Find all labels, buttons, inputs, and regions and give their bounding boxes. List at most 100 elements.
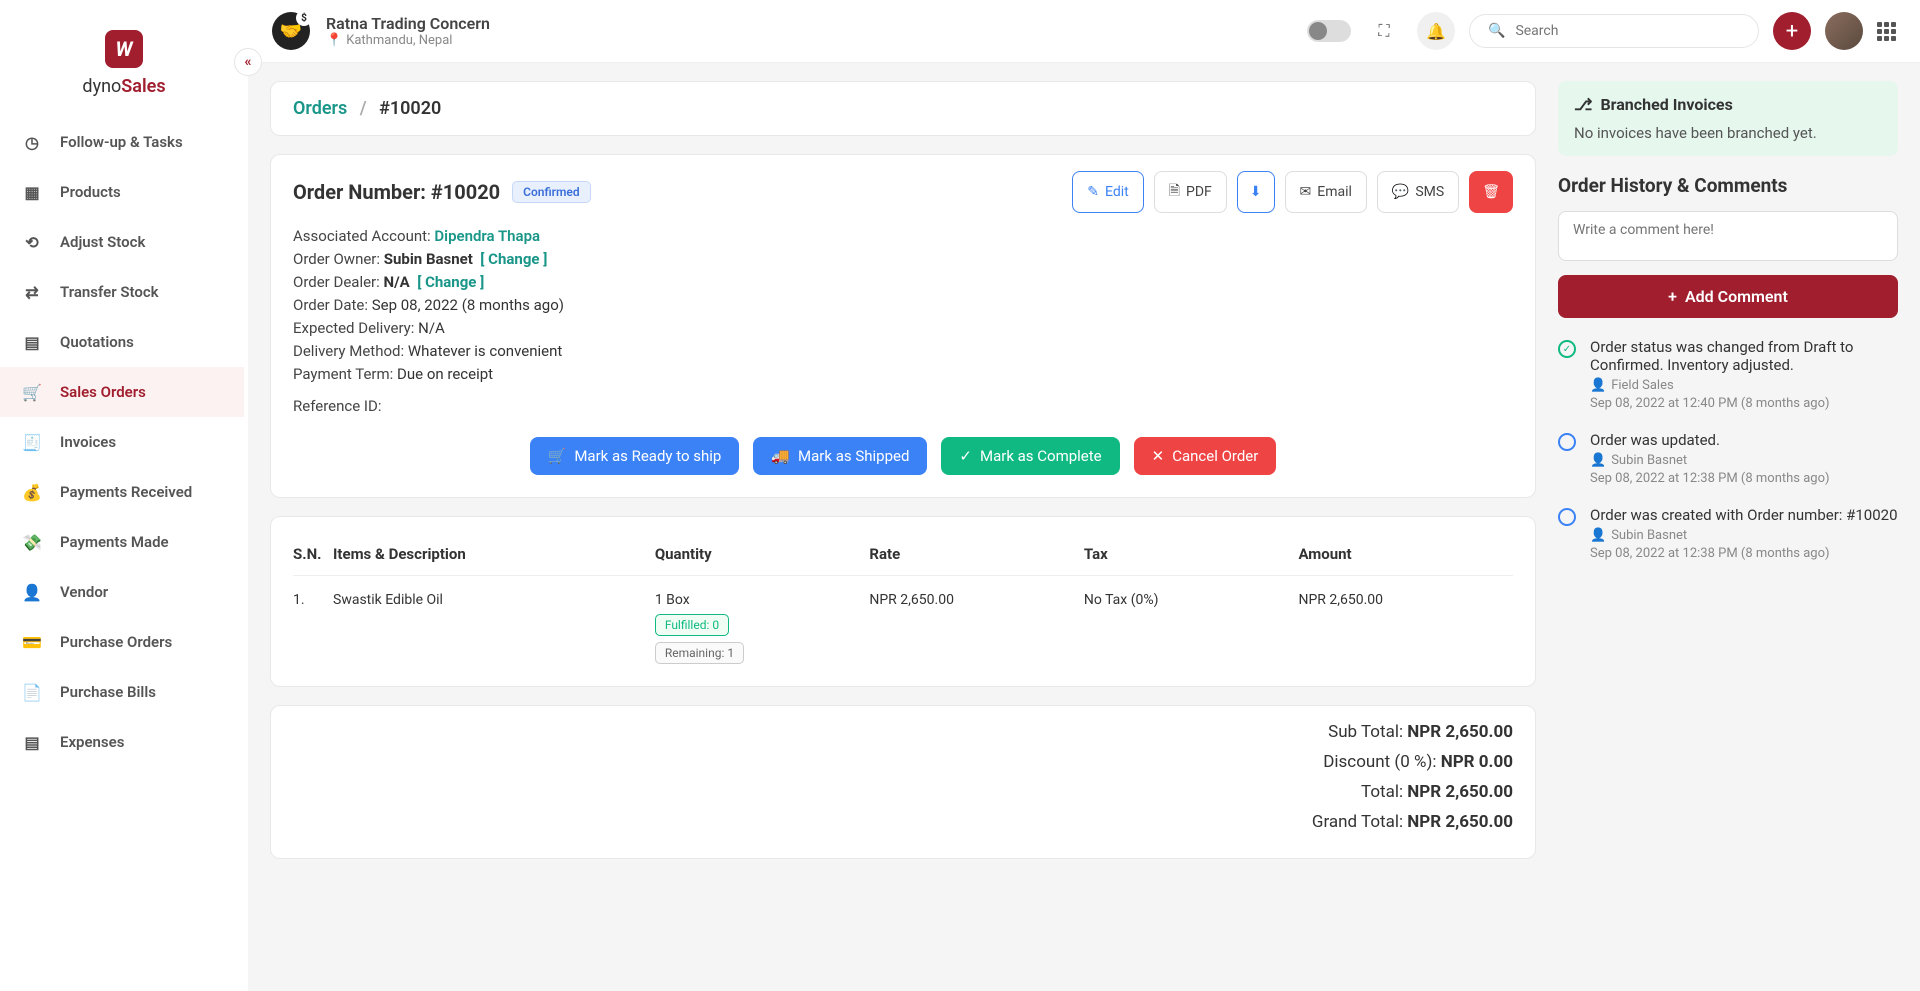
pdf-button[interactable]: 🗎PDF (1154, 171, 1227, 213)
delete-button[interactable]: 🗑 (1469, 171, 1513, 213)
company-avatar[interactable]: 🤝 (272, 12, 310, 50)
sms-button[interactable]: 💬SMS (1377, 171, 1459, 213)
change-dealer-link[interactable]: [ Change ] (417, 273, 484, 291)
nav-payments-received[interactable]: 💰 Payments Received (0, 467, 244, 517)
nav-quotations[interactable]: ▤Quotations (0, 317, 244, 367)
nav-transfer-stock[interactable]: ⇄Transfer Stock (0, 267, 244, 317)
col-qty: Quantity (655, 545, 870, 563)
date-value: Sep 08, 2022 (8 months ago) (372, 296, 564, 314)
nav-adjust-stock[interactable]: ⟲Adjust Stock (0, 217, 244, 267)
nav-followup[interactable]: ◷Follow-up & Tasks (0, 117, 244, 167)
user-icon: 👤 (1590, 378, 1606, 393)
history-date: Sep 08, 2022 at 12:38 PM (8 months ago) (1590, 471, 1830, 486)
download-icon: ⬇ (1250, 184, 1262, 200)
user-avatar[interactable] (1825, 12, 1863, 50)
item-name: Swastik Edible Oil (333, 592, 655, 608)
pdf-label: PDF (1186, 184, 1212, 200)
add-button[interactable]: + (1773, 12, 1811, 50)
history-title: Order History & Comments (1558, 174, 1898, 197)
add-comment-label: Add Comment (1685, 287, 1788, 306)
hand-coin-icon: 💰 (22, 482, 42, 502)
person-icon: 👤 (22, 582, 42, 602)
transfer-icon: ⇄ (22, 282, 42, 302)
nav-vendor[interactable]: 👤Vendor (0, 567, 244, 617)
order-number: #10020 (431, 180, 500, 204)
search-icon: 🔍 (1488, 23, 1505, 39)
item-rate: NPR 2,650.00 (869, 592, 1084, 608)
search-input[interactable] (1515, 23, 1740, 39)
location-pin-icon: 📍 (326, 33, 342, 48)
history-date: Sep 08, 2022 at 12:40 PM (8 months ago) (1590, 396, 1898, 411)
history-item: Order was created with Order number: #10… (1558, 506, 1898, 561)
method-label: Delivery Method: (293, 342, 404, 360)
delivery-label: Expected Delivery: (293, 319, 414, 337)
edit-icon: ✎ (1087, 184, 1099, 200)
item-sn: 1. (293, 592, 333, 608)
col-tax: Tax (1084, 545, 1299, 563)
order-details-card: Order Number: #10020 Confirmed ✎Edit 🗎PD… (270, 154, 1536, 498)
cart-icon: 🛒 (22, 382, 42, 402)
email-button[interactable]: ✉Email (1285, 171, 1367, 213)
payment-icon: 💸 (22, 532, 42, 552)
notifications-button[interactable]: 🔔 (1417, 12, 1455, 50)
history-text: Order was created with Order number: #10… (1590, 506, 1898, 524)
edit-label: Edit (1105, 184, 1129, 200)
user-icon: 👤 (1590, 528, 1606, 543)
mark-complete-button[interactable]: ✓ Mark as Complete (941, 437, 1119, 475)
owner-value: Subin Basnet (384, 250, 473, 268)
mark-ready-button[interactable]: 🛒Mark as Ready to ship (530, 437, 740, 475)
email-label: Email (1317, 184, 1352, 200)
nav: ◷Follow-up & Tasks ▦Products ⟲Adjust Sto… (0, 117, 248, 991)
history-user: Subin Basnet (1611, 453, 1687, 468)
nav-payments-made[interactable]: 💸Payments Made (0, 517, 244, 567)
sms-label: SMS (1415, 184, 1444, 200)
fullscreen-button[interactable]: ⛶ (1365, 12, 1403, 50)
breadcrumb-card: Orders / #10020 (270, 81, 1536, 136)
branched-invoices-panel: ⎇Branched Invoices No invoices have been… (1558, 81, 1898, 156)
nav-purchbills-label: Purchase Bills (60, 683, 156, 701)
edit-button[interactable]: ✎ Edit (1072, 171, 1143, 213)
mark-shipped-button[interactable]: 🚚Mark as Shipped (753, 437, 927, 475)
card-icon: 💳 (22, 632, 42, 652)
search-bar[interactable]: 🔍 (1469, 14, 1759, 48)
plus-icon: + (1668, 287, 1677, 306)
nav-purchase-orders[interactable]: 💳 Purchase Orders (0, 617, 244, 667)
check-icon: ✓ (959, 447, 972, 465)
change-owner-link[interactable]: [ Change ] (480, 250, 547, 268)
company-name: Ratna Trading Concern (326, 14, 490, 33)
branch-icon: ⎇ (1574, 95, 1592, 114)
nav-products[interactable]: ▦Products (0, 167, 244, 217)
dark-mode-toggle[interactable] (1307, 20, 1351, 42)
nav-purchorders-label: Purchase Orders (60, 633, 172, 651)
nav-expenses[interactable]: ▤Expenses (0, 717, 244, 767)
order-number-label: Order Number: (293, 180, 426, 204)
discount-label: Discount (0 %): (1323, 752, 1441, 772)
sliders-icon: ⟲ (22, 232, 42, 252)
col-rate: Rate (869, 545, 1084, 563)
nav-expenses-label: Expenses (60, 733, 124, 751)
download-button[interactable]: ⬇ (1237, 171, 1275, 213)
remaining-pill: Remaining: 1 (655, 642, 744, 664)
comment-input[interactable] (1558, 211, 1898, 261)
nav-sales-orders[interactable]: 🛒 Sales Orders (0, 367, 248, 417)
nav-sales-label: Sales Orders (60, 383, 146, 401)
nav-payrecv-label: Payments Received (60, 483, 192, 501)
mark-complete-label: Mark as Complete (980, 447, 1102, 465)
cancel-order-button[interactable]: ✕Cancel Order (1134, 437, 1277, 475)
delivery-value: N/A (418, 319, 445, 337)
nav-invoices[interactable]: 🧾Invoices (0, 417, 244, 467)
box-icon: ▦ (22, 182, 42, 202)
apps-grid-button[interactable] (1877, 22, 1896, 41)
add-comment-button[interactable]: + Add Comment (1558, 275, 1898, 318)
sidebar-collapse-button[interactable]: « (234, 48, 262, 76)
ref-label: Reference ID: (293, 397, 381, 415)
dealer-value: N/A (384, 273, 410, 291)
breadcrumb-orders-link[interactable]: Orders (293, 98, 347, 119)
item-row: 1. Swastik Edible Oil 1 Box Fulfilled: 0… (293, 576, 1513, 680)
history-user: Subin Basnet (1611, 528, 1687, 543)
nav-invoices-label: Invoices (60, 433, 116, 451)
account-link[interactable]: Dipendra Thapa (434, 227, 540, 245)
nav-purchase-bills[interactable]: 📄Purchase Bills (0, 667, 244, 717)
item-amount: NPR 2,650.00 (1298, 592, 1513, 608)
clock-icon: ◷ (22, 132, 42, 152)
